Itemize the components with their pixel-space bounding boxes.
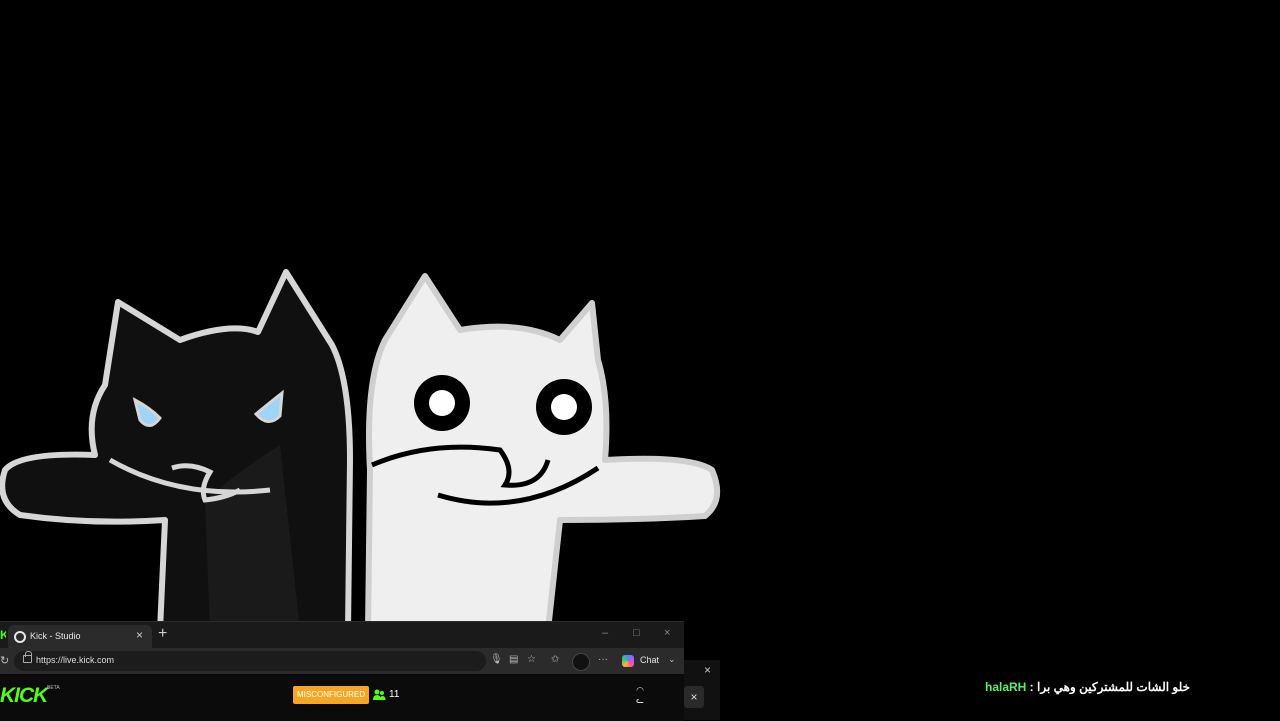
- close-icon[interactable]: ×: [704, 663, 711, 677]
- address-bar[interactable]: https://live.kick.com: [14, 651, 486, 671]
- background-window: × ×: [684, 660, 720, 720]
- close-window-button[interactable]: ×: [664, 627, 670, 639]
- reader-icon[interactable]: ▤: [509, 654, 518, 665]
- viewers-icon: [373, 689, 386, 700]
- more-icon[interactable]: ···: [598, 654, 608, 665]
- mic-icon[interactable]: 🎙: [490, 654, 503, 665]
- viewer-count: 11: [389, 689, 400, 700]
- maximize-button[interactable]: □: [633, 627, 640, 639]
- chat-message-text: خلو الشات للمشتركين وهي برا: [1037, 680, 1190, 694]
- kick-studio-page: KICK BETA MISCONFIGURED 11 ◠ ᓚ: [0, 674, 684, 721]
- chat-overlay-message: halaRH : خلو الشات للمشتركين وهي برا: [940, 680, 1190, 694]
- browser-window: K Kick - Studio × + – □ × ↻ https://live…: [0, 621, 684, 721]
- stream-artwork: [0, 269, 721, 633]
- kick-tab-logo-icon: K: [0, 629, 6, 641]
- kick-logo[interactable]: KICK: [0, 684, 48, 708]
- user-avatar-icon[interactable]: ◠ ᓚ: [632, 685, 648, 705]
- profile-avatar[interactable]: [572, 653, 590, 671]
- kick-favicon-icon: [14, 631, 26, 643]
- favorite-icon[interactable]: ☆: [527, 654, 536, 665]
- minimize-button[interactable]: –: [602, 627, 608, 639]
- white-cat-illustration: [365, 273, 721, 633]
- lock-icon[interactable]: [23, 651, 32, 663]
- chevron-down-icon[interactable]: ⌄: [668, 654, 676, 665]
- new-tab-button[interactable]: +: [158, 625, 167, 643]
- url-text[interactable]: https://live.kick.com: [36, 655, 114, 665]
- tab-kick-studio[interactable]: Kick - Studio ×: [8, 625, 152, 648]
- browser-toolbar: ↻ https://live.kick.com 🎙 ▤ ☆ ✩ ··· Chat…: [0, 648, 684, 674]
- favorites-bar-icon[interactable]: ✩: [551, 654, 559, 665]
- copilot-icon[interactable]: [622, 655, 634, 667]
- chat-username: halaRH: [985, 680, 1027, 694]
- tab-close-icon[interactable]: ×: [136, 628, 143, 642]
- black-cat-illustration: [0, 269, 353, 633]
- dismiss-button[interactable]: ×: [684, 686, 704, 708]
- beta-label: BETA: [47, 685, 60, 691]
- status-badge[interactable]: MISCONFIGURED: [293, 686, 369, 704]
- tab-title: Kick - Studio: [30, 631, 81, 641]
- reload-icon[interactable]: ↻: [0, 654, 9, 667]
- chat-separator: :: [1026, 680, 1038, 694]
- tab-strip: K Kick - Studio × + – □ ×: [0, 622, 684, 648]
- chat-button[interactable]: Chat: [640, 655, 659, 665]
